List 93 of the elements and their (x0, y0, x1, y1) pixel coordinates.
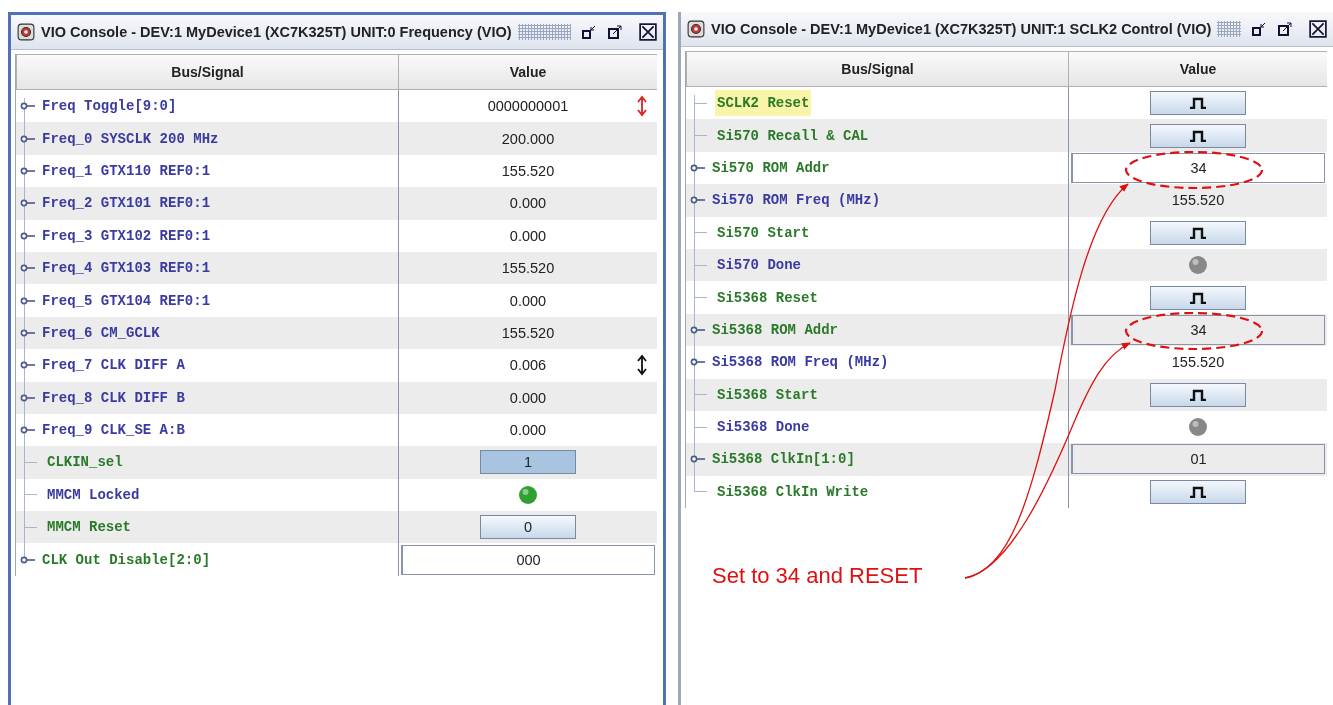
value-text: 155.520 (501, 260, 555, 277)
signal-name[interactable]: Si5368 Done (715, 414, 812, 441)
signal-name[interactable]: Si5368 ROM Addr (710, 316, 841, 343)
toggle-button[interactable]: 0 (480, 515, 576, 540)
pulse-icon (1188, 388, 1208, 401)
signal-name[interactable]: Freq_1 GTX110 REF0:1 (40, 157, 213, 184)
signal-name[interactable]: Freq_2 GTX101 REF0:1 (40, 190, 213, 217)
value-field[interactable]: 34 (1071, 152, 1325, 183)
value-field[interactable]: 01 (1071, 444, 1325, 475)
signal-name[interactable]: Si570 Recall & CAL (715, 122, 871, 149)
toggle-button[interactable]: 1 (480, 450, 576, 475)
bus-node-icon[interactable] (690, 357, 706, 368)
signal-name[interactable]: CLKIN_sel (45, 449, 125, 476)
bus-node-icon[interactable] (20, 425, 36, 436)
signal-name[interactable]: Freq Toggle[9:0] (40, 93, 179, 120)
bus-node-icon[interactable] (690, 162, 706, 173)
drag-grip (1217, 21, 1241, 37)
pulse-button[interactable] (1150, 123, 1246, 148)
signal-name[interactable]: Freq_7 CLK DIFF A (40, 352, 187, 379)
bus-node-icon[interactable] (20, 392, 36, 403)
bus-node-icon[interactable] (20, 295, 36, 306)
value-text: 155.520 (501, 324, 555, 341)
bus-node-icon[interactable] (690, 454, 706, 465)
window-title: VIO Console - DEV:1 MyDevice1 (XC7K325T) UNIT:1 SCLK2 Control (VIO) (711, 21, 1212, 37)
signal-name[interactable]: Si570 ROM Addr (710, 154, 832, 181)
signal-name[interactable]: Freq_8 CLK DIFF B (40, 384, 187, 411)
app-icon (17, 23, 35, 41)
signal-name[interactable]: Freq_3 GTX102 REF0:1 (40, 222, 213, 249)
signal-name[interactable]: MMCM Locked (45, 481, 142, 508)
close-icon[interactable] (639, 23, 657, 41)
bus-node-icon[interactable] (690, 324, 706, 335)
signal-name[interactable]: Si5368 Reset (715, 284, 820, 311)
pulse-icon (1188, 129, 1208, 142)
column-header[interactable]: Bus/Signal (686, 52, 1068, 86)
signal-name[interactable]: MMCM Reset (45, 514, 133, 541)
bus-node-icon[interactable] (20, 263, 36, 274)
annotation-text: Set to 34 and RESET (712, 563, 923, 589)
bus-node-icon[interactable] (690, 195, 706, 206)
value-text: 0.000 (509, 195, 547, 212)
signal-name[interactable]: Freq_4 GTX103 REF0:1 (40, 255, 213, 282)
value-text: 0.000 (509, 422, 547, 439)
value-field[interactable]: 34 (1071, 314, 1325, 345)
signal-name[interactable]: Freq_5 GTX104 REF0:1 (40, 287, 213, 314)
pulse-button[interactable] (1150, 91, 1246, 116)
bus-node-icon[interactable] (20, 360, 36, 371)
maximize-icon[interactable] (1277, 21, 1293, 37)
signal-name[interactable]: Si5368 ClkIn[1:0] (710, 446, 857, 473)
minimize-icon[interactable] (581, 24, 597, 40)
pulse-button[interactable] (1150, 479, 1246, 504)
bus-node-icon[interactable] (20, 101, 36, 112)
bus-node-icon[interactable] (20, 198, 36, 209)
signal-name[interactable]: SCLK2 Reset (715, 90, 812, 117)
column-header[interactable]: Bus/Signal (16, 55, 398, 89)
window-title: VIO Console - DEV:1 MyDevice1 (XC7K325T) UNIT:0 Frequency (VIO) (41, 24, 512, 40)
signal-name[interactable]: Freq_0 SYSCLK 200 MHz (40, 125, 221, 152)
pulse-button[interactable] (1150, 285, 1246, 310)
signal-name[interactable]: CLK Out Disable[2:0] (40, 546, 213, 573)
signal-name[interactable]: Si570 Start (715, 219, 812, 246)
close-icon[interactable] (1309, 20, 1327, 38)
value-text: 0.000 (509, 389, 547, 406)
signal-name[interactable]: Freq_6 CM_GCLK (40, 319, 162, 346)
column-header[interactable]: Value (1068, 52, 1327, 86)
value-text: 155.520 (1171, 192, 1225, 209)
pulse-button[interactable] (1150, 382, 1246, 407)
value-field[interactable]: 000 (401, 544, 655, 575)
pulse-icon (1188, 226, 1208, 239)
value-text: 200.000 (501, 130, 555, 147)
bus-node-icon[interactable] (20, 554, 36, 565)
signal-name[interactable]: Freq_9 CLK_SE A:B (40, 417, 187, 444)
signal-name[interactable]: Si570 Done (715, 252, 803, 279)
pulse-button[interactable] (1150, 220, 1246, 245)
signal-name[interactable]: Si570 ROM Freq (MHz) (710, 187, 883, 214)
pulse-icon (1188, 97, 1208, 110)
value-text: 0.006 (509, 357, 547, 374)
bus-node-icon[interactable] (20, 230, 36, 241)
maximize-icon[interactable] (607, 24, 623, 40)
signal-name[interactable]: Si5368 ClkIn Write (715, 478, 871, 505)
signal-name[interactable]: Si5368 ROM Freq (MHz) (710, 349, 891, 376)
value-text: 0.000 (509, 227, 547, 244)
bus-node-icon[interactable] (20, 327, 36, 338)
minimize-icon[interactable] (1251, 21, 1267, 37)
value-text: 155.520 (1171, 354, 1225, 371)
pulse-icon (1188, 485, 1208, 498)
signal-name[interactable]: Si5368 Start (715, 381, 820, 408)
column-header[interactable]: Value (398, 55, 657, 89)
value-text: 0000000001 (487, 98, 569, 115)
value-text: 0.000 (509, 292, 547, 309)
pulse-icon (1188, 291, 1208, 304)
drag-grip (517, 24, 571, 40)
bus-node-icon[interactable] (20, 133, 36, 144)
bus-node-icon[interactable] (20, 165, 36, 176)
app-icon (687, 20, 705, 38)
value-text: 155.520 (501, 162, 555, 179)
